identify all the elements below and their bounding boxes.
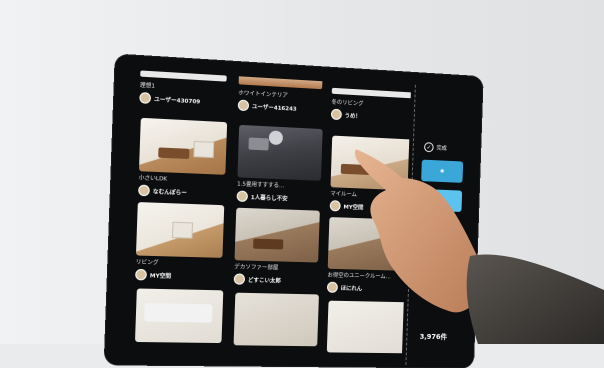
filter-icon: ◉: [440, 168, 445, 175]
card-thumbnail-partial: [331, 87, 412, 99]
avatar: [138, 184, 150, 197]
card-thumbnail: [134, 288, 224, 344]
design-card[interactable]: お得空のユニークルーム… ほにれん: [326, 217, 411, 300]
card-user: MY空間: [329, 200, 411, 214]
result-count: 3,976件: [419, 332, 448, 342]
card-username: ほにれん: [340, 285, 363, 292]
design-card[interactable]: 理想1 ユーザー430709: [139, 70, 227, 114]
design-card[interactable]: [233, 292, 319, 347]
design-card[interactable]: 1.5畳用すすする… 1人暮らし不安: [236, 124, 323, 211]
card-username: どすこい太郎: [247, 277, 282, 285]
card-username: ユーザー416243: [251, 103, 297, 113]
card-username: MY空間: [343, 204, 364, 211]
tablet-screen: 理想1 ユーザー430709 ホワイトインテリア ユーザー416243 冬のリビ…: [104, 54, 483, 368]
sidebar: ✓ 完成 ◉ 3,976件: [411, 73, 477, 367]
card-thumbnail-partial: [238, 74, 323, 90]
card-title: お得空のユニークルーム…: [327, 272, 392, 281]
avatar: [139, 92, 152, 104]
check-circle-icon: ✓: [424, 142, 434, 153]
card-username: なむんぽらー: [152, 188, 188, 197]
design-card[interactable]: [134, 288, 224, 344]
card-user: ユーザー430709: [139, 92, 226, 108]
card-username: 1人暮らし不安: [250, 194, 288, 203]
card-user: ユーザー416243: [237, 99, 322, 116]
avatar: [233, 273, 246, 285]
design-card[interactable]: リビング MY空間: [135, 202, 225, 288]
avatar: [135, 268, 147, 281]
card-thumbnail: [327, 217, 411, 271]
card-thumbnail: [233, 292, 319, 347]
card-thumbnail: [135, 202, 225, 258]
card-username: うめ！: [344, 112, 361, 120]
avatar: [330, 108, 342, 121]
completed-filter[interactable]: ✓ 完成: [424, 142, 447, 153]
card-user: どすこい太郎: [233, 273, 318, 286]
card-user: MY空間: [135, 268, 222, 282]
card-title: リビング: [135, 259, 159, 267]
card-title: デカソファー部屋: [234, 264, 279, 272]
dialog-preview: [144, 303, 213, 323]
card-user: 1人暮らし不安: [236, 190, 321, 205]
card-thumbnail: [330, 135, 412, 191]
avatar: [236, 190, 249, 203]
card-username: MY空間: [149, 272, 172, 280]
design-card[interactable]: ホワイトインテリア ユーザー416243: [237, 74, 323, 121]
sidebar-button[interactable]: [420, 188, 463, 212]
avatar: [237, 99, 250, 112]
design-card[interactable]: 冬のリビング うめ！: [330, 87, 412, 130]
design-card[interactable]: [326, 300, 410, 354]
avatar: [326, 281, 338, 293]
card-user: うめ！: [330, 108, 411, 124]
avatar: [329, 200, 341, 212]
card-thumbnail: [234, 207, 320, 263]
design-card[interactable]: 小さいLDK なむんぽらー: [138, 117, 228, 205]
card-thumbnail: [237, 124, 323, 181]
design-card[interactable]: デカソファー部屋 どすこい太郎: [233, 207, 320, 293]
sidebar-button[interactable]: ◉: [421, 159, 464, 183]
card-thumbnail-partial: [140, 70, 227, 82]
card-username: ユーザー430709: [153, 96, 201, 106]
card-user: なむんぽらー: [138, 184, 225, 200]
card-user: ほにれん: [326, 281, 408, 295]
card-thumbnail: [138, 117, 228, 175]
completed-label: 完成: [436, 145, 447, 152]
design-card[interactable]: マイルーム MY空間: [329, 135, 412, 220]
design-grid: 理想1 ユーザー430709 ホワイトインテリア ユーザー416243 冬のリビ…: [130, 70, 412, 361]
card-thumbnail: [326, 300, 410, 354]
